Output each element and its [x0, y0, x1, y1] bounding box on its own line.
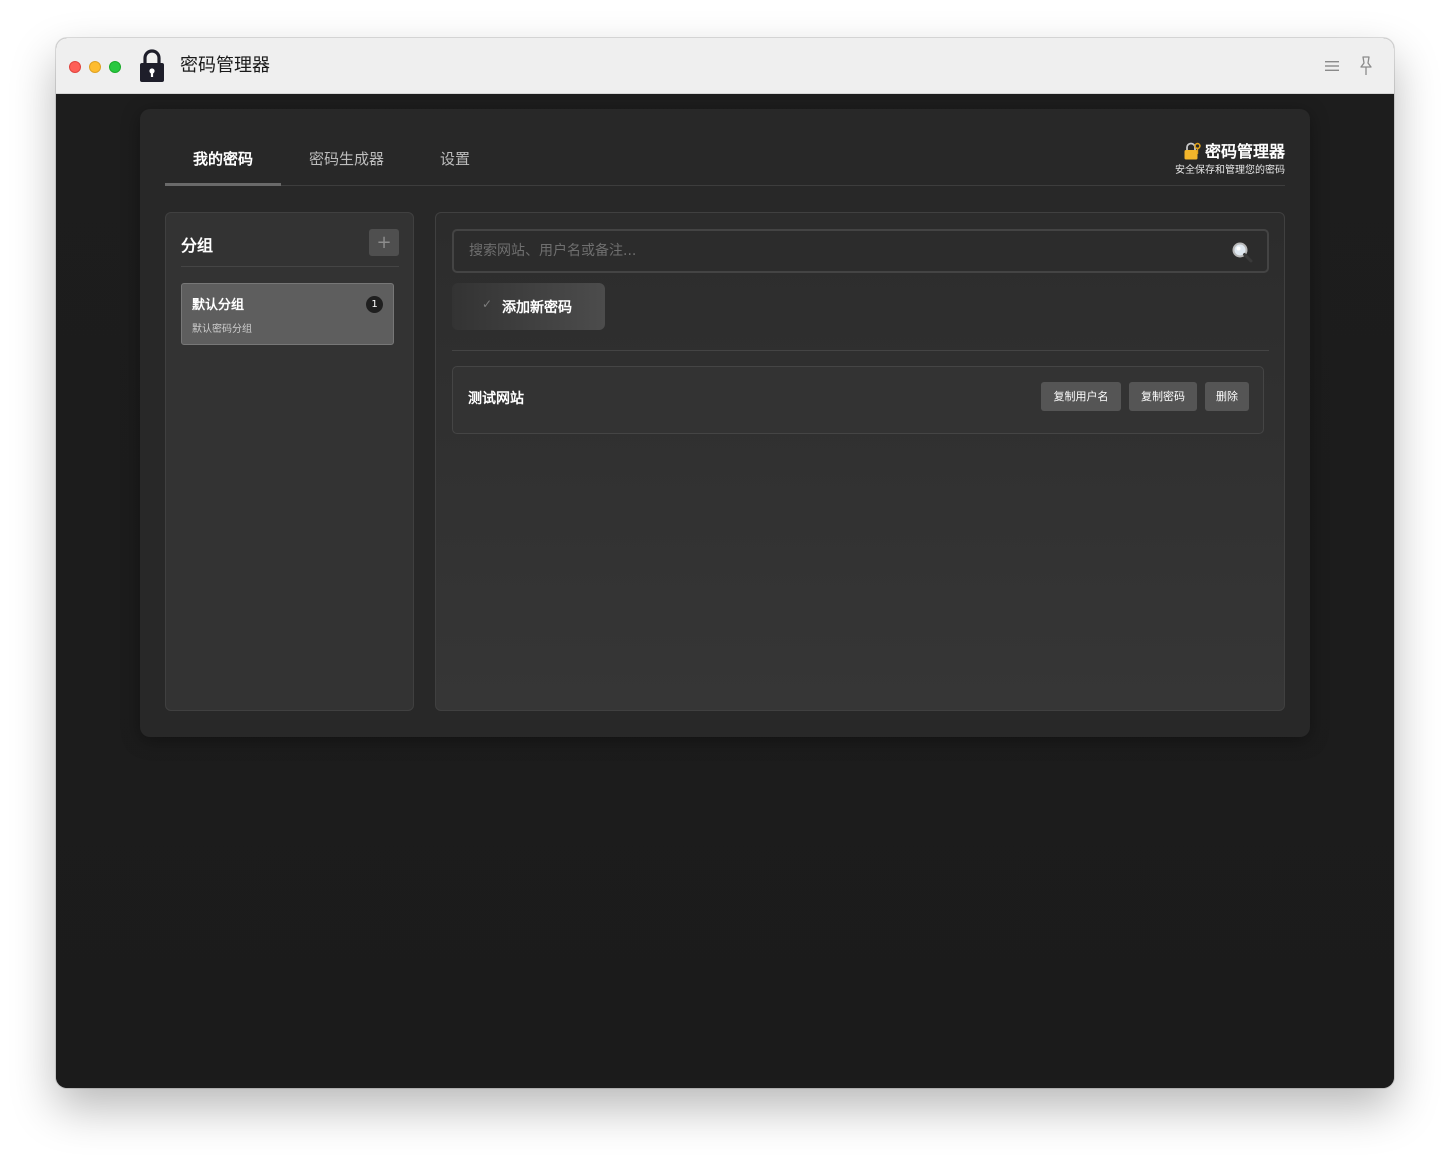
close-window-button[interactable] — [69, 61, 81, 73]
maximize-window-button[interactable] — [109, 61, 121, 73]
hamburger-icon[interactable] — [1324, 58, 1340, 74]
brand-subtitle: 安全保存和管理您的密码 — [1175, 165, 1285, 176]
app-window: 密码管理器 我的密码 密码生成器 设置 密码管理器 安全保存和管理您的密码 分组… — [56, 38, 1394, 1088]
group-item-default[interactable]: 默认分组 默认密码分组 1 — [181, 283, 394, 345]
password-entry[interactable]: 测试网站 复制用户名 复制密码 删除 — [452, 366, 1264, 434]
brand-title: 密码管理器 — [1204, 142, 1285, 161]
brand-header: 密码管理器 安全保存和管理您的密码 — [1175, 142, 1285, 178]
search-box — [452, 229, 1269, 273]
add-password-label: 添加新密码 — [502, 300, 572, 316]
check-icon: ✓ — [482, 297, 493, 311]
group-name: 默认分组 — [192, 298, 245, 313]
entry-site-name: 测试网站 — [468, 391, 524, 407]
group-count-badge: 1 — [366, 296, 383, 313]
window-title: 密码管理器 — [180, 55, 270, 76]
locked-with-key-icon — [1184, 142, 1201, 160]
delete-entry-button[interactable]: 删除 — [1205, 382, 1249, 411]
pin-icon[interactable] — [1358, 56, 1374, 76]
add-group-button[interactable]: + — [369, 229, 399, 256]
copy-username-button[interactable]: 复制用户名 — [1041, 382, 1121, 411]
magnifier-icon[interactable] — [1231, 241, 1253, 263]
content-area: 我的密码 密码生成器 设置 密码管理器 安全保存和管理您的密码 分组 + 默认分… — [56, 94, 1394, 1088]
group-description: 默认密码分组 — [192, 324, 252, 335]
copy-password-button[interactable]: 复制密码 — [1129, 382, 1197, 411]
group-header: 分组 + — [181, 229, 399, 267]
minimize-window-button[interactable] — [89, 61, 101, 73]
password-panel: ✓ 添加新密码 测试网站 复制用户名 复制密码 删除 — [435, 212, 1285, 711]
tab-bar: 我的密码 密码生成器 设置 密码管理器 安全保存和管理您的密码 — [165, 109, 1285, 186]
group-sidebar: 分组 + 默认分组 默认密码分组 1 — [165, 212, 414, 711]
tab-my-passwords[interactable]: 我的密码 — [165, 149, 281, 186]
tab-settings[interactable]: 设置 — [427, 149, 483, 186]
main-card: 我的密码 密码生成器 设置 密码管理器 安全保存和管理您的密码 分组 + 默认分… — [140, 109, 1310, 737]
search-input[interactable] — [454, 231, 1214, 271]
lock-icon — [140, 49, 164, 82]
title-bar[interactable]: 密码管理器 — [56, 38, 1394, 94]
add-password-button[interactable]: ✓ 添加新密码 — [452, 283, 605, 330]
tab-password-generator[interactable]: 密码生成器 — [295, 149, 398, 186]
divider — [452, 350, 1269, 351]
group-title: 分组 — [181, 236, 214, 255]
